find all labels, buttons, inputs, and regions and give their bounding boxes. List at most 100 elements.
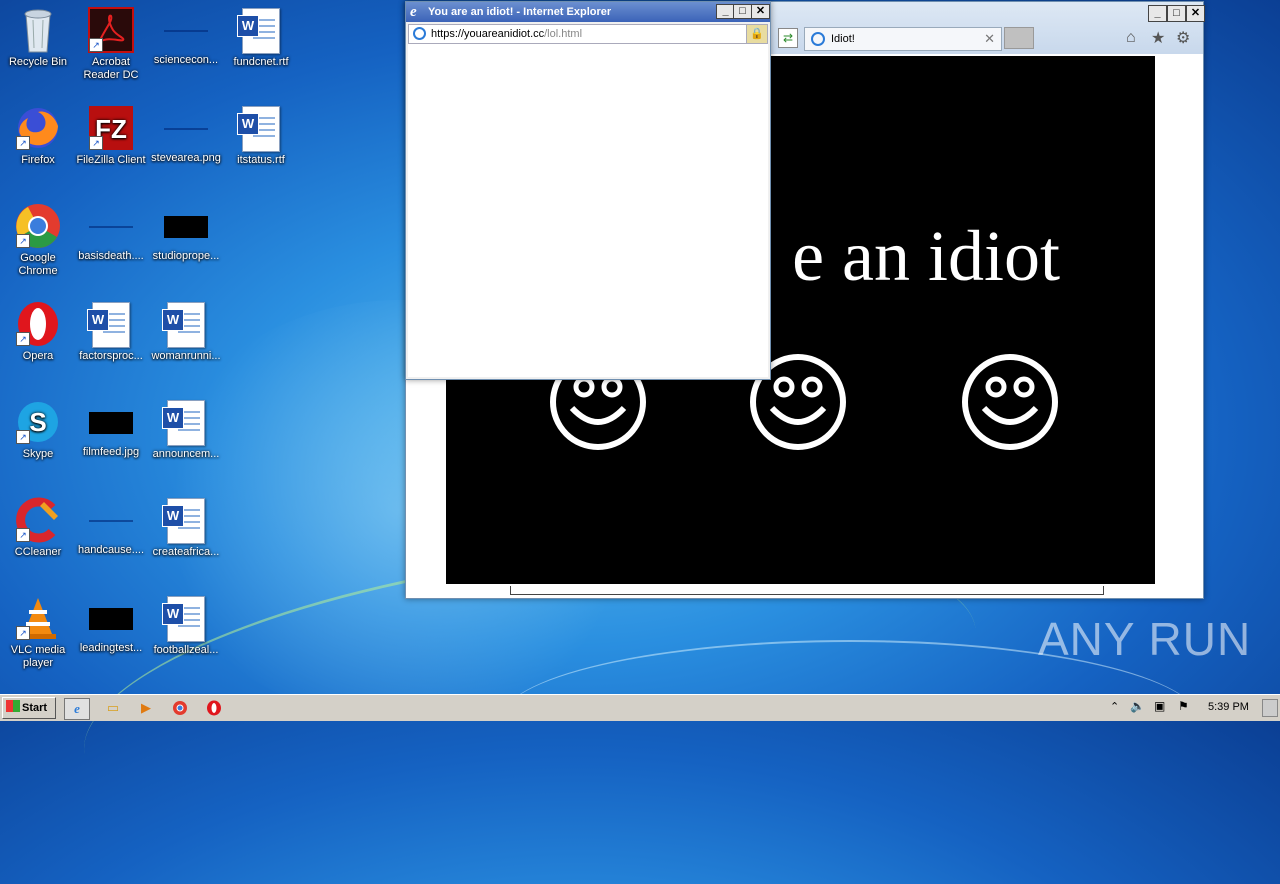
desktop-icon-file[interactable]: W womanrunni... bbox=[148, 300, 224, 363]
recycle-bin-icon bbox=[14, 6, 62, 54]
taskbar-media-player-icon[interactable]: ▶ bbox=[135, 698, 157, 718]
taskbar-chrome-icon[interactable] bbox=[169, 698, 191, 718]
shortcut-arrow-icon: ↗ bbox=[16, 332, 30, 346]
desktop-icon-acrobat[interactable]: ↗ Acrobat Reader DC bbox=[73, 6, 149, 82]
desktop-icon-filezilla[interactable]: FZ ↗ FileZilla Client bbox=[73, 104, 149, 167]
icon-label: stevearea.png bbox=[151, 152, 221, 164]
image-thumbnail-icon bbox=[89, 608, 133, 630]
word-document-icon: W bbox=[237, 8, 280, 54]
popup-address-bar[interactable]: https://youareanidiot.cc/lol.html 🔒 bbox=[408, 24, 768, 44]
lock-icon[interactable]: 🔒 bbox=[746, 25, 767, 43]
maximize-button[interactable]: □ bbox=[1167, 5, 1186, 22]
firefox-icon: ↗ bbox=[14, 104, 62, 152]
icon-label: Acrobat Reader DC bbox=[83, 56, 139, 81]
desktop-icon-file[interactable]: W createafrica... bbox=[148, 496, 224, 559]
action-center-flag-icon[interactable]: ⚑ bbox=[1178, 699, 1189, 713]
volume-icon[interactable]: 🔈 bbox=[1130, 699, 1145, 713]
clock[interactable]: 5:39 PM bbox=[1208, 701, 1249, 713]
taskbar-explorer-icon[interactable]: ▭ bbox=[102, 698, 124, 718]
tab-close-icon[interactable]: ✕ bbox=[984, 31, 995, 47]
desktop-icon-ccleaner[interactable]: ↗ CCleaner bbox=[0, 496, 76, 559]
word-document-icon: W bbox=[162, 400, 205, 446]
ie-popup-window[interactable]: e You are an idiot! - Internet Explorer … bbox=[405, 1, 771, 380]
icon-label: createafrica... bbox=[152, 546, 220, 558]
file-thumbnail-icon bbox=[164, 128, 208, 130]
favorites-star-icon[interactable]: ★ bbox=[1151, 28, 1165, 48]
icon-label: studioprope... bbox=[152, 250, 220, 262]
filezilla-icon: FZ ↗ bbox=[87, 104, 135, 152]
desktop-icon-file[interactable]: W factorsproc... bbox=[73, 300, 149, 363]
desktop-icon-file[interactable]: leadingtest... bbox=[73, 594, 149, 655]
popup-maximize-button[interactable]: □ bbox=[733, 4, 752, 19]
taskbar-ie-icon[interactable]: e bbox=[64, 698, 90, 720]
acrobat-icon: ↗ bbox=[87, 6, 135, 54]
desktop-icon-firefox[interactable]: ↗ Firefox bbox=[0, 104, 76, 167]
word-document-icon: W bbox=[162, 498, 205, 544]
icon-label: Firefox bbox=[21, 154, 55, 166]
shortcut-arrow-icon: ↗ bbox=[89, 38, 103, 52]
word-document-icon: W bbox=[162, 596, 205, 642]
icon-label: FileZilla Client bbox=[76, 154, 146, 166]
word-document-icon: W bbox=[87, 302, 130, 348]
desktop-icon-opera[interactable]: ↗ Opera bbox=[0, 300, 76, 363]
desktop-icon-file[interactable]: W announcem... bbox=[148, 398, 224, 461]
close-button[interactable]: ✕ bbox=[1186, 5, 1205, 22]
tray-expand-icon[interactable]: ⌃ bbox=[1110, 700, 1119, 713]
ie-logo-icon: e bbox=[410, 4, 417, 20]
desktop-icon-skype[interactable]: S ↗ Skype bbox=[0, 398, 76, 461]
windows-logo-icon bbox=[6, 700, 20, 712]
compat-view-icon[interactable]: ⇄ bbox=[778, 28, 798, 48]
shortcut-arrow-icon: ↗ bbox=[89, 136, 103, 150]
tab-idiot[interactable]: Idiot! ✕ bbox=[804, 27, 1002, 51]
ie-favicon-icon bbox=[811, 32, 825, 46]
desktop-icon-file[interactable]: W fundcnet.rtf bbox=[223, 6, 299, 69]
horizontal-scrollbar[interactable] bbox=[510, 586, 1104, 595]
desktop-icon-recycle-bin[interactable]: Recycle Bin bbox=[0, 6, 76, 69]
tab-label: Idiot! bbox=[831, 33, 855, 45]
icon-label: fundcnet.rtf bbox=[233, 56, 289, 68]
icon-label: Recycle Bin bbox=[8, 56, 68, 68]
popup-titlebar[interactable]: e You are an idiot! - Internet Explorer … bbox=[406, 2, 770, 22]
gear-icon[interactable]: ⚙ bbox=[1176, 28, 1190, 48]
desktop-icon-file[interactable]: W footballzeal... bbox=[148, 594, 224, 657]
popup-content bbox=[408, 44, 768, 377]
desktop-icon-file[interactable]: sciencecon... bbox=[148, 6, 224, 67]
opera-icon: ↗ bbox=[14, 300, 62, 348]
new-tab-button[interactable] bbox=[1004, 27, 1034, 49]
icon-label: handcause.... bbox=[77, 544, 145, 556]
file-thumbnail-icon bbox=[89, 226, 133, 228]
icon-label: leadingtest... bbox=[79, 642, 143, 654]
image-thumbnail-icon bbox=[164, 216, 208, 238]
desktop-icon-vlc[interactable]: ↗ VLC media player bbox=[0, 594, 76, 670]
desktop-icon-google-chrome[interactable]: ↗ Google Chrome bbox=[0, 202, 76, 278]
desktop-icon-file[interactable]: studioprope... bbox=[148, 202, 224, 263]
popup-title: You are an idiot! - Internet Explorer bbox=[428, 6, 612, 18]
desktop-icon-file[interactable]: basisdeath.... bbox=[73, 202, 149, 263]
icon-label: Google Chrome bbox=[18, 252, 58, 277]
icon-label: Skype bbox=[22, 448, 54, 460]
icon-label: sciencecon... bbox=[153, 54, 219, 66]
show-desktop-button[interactable] bbox=[1262, 699, 1278, 717]
icon-label: factorsproc... bbox=[79, 350, 143, 362]
shortcut-arrow-icon: ↗ bbox=[16, 528, 30, 542]
icon-label: itstatus.rtf bbox=[237, 154, 285, 166]
icon-label: womanrunni... bbox=[151, 350, 221, 362]
popup-url: https://youareanidiot.cc/lol.html bbox=[431, 28, 582, 40]
image-thumbnail-icon bbox=[89, 412, 133, 434]
home-icon[interactable]: ⌂ bbox=[1126, 29, 1136, 47]
chrome-icon: ↗ bbox=[14, 202, 62, 250]
desktop-icon-file[interactable]: handcause.... bbox=[73, 496, 149, 557]
start-button[interactable]: Start bbox=[2, 697, 56, 719]
start-label: Start bbox=[22, 702, 48, 714]
taskbar-opera-icon[interactable] bbox=[203, 698, 225, 718]
minimize-button[interactable]: _ bbox=[1148, 5, 1167, 22]
icon-label: VLC media player bbox=[10, 644, 66, 669]
desktop-icon-file[interactable]: filmfeed.jpg bbox=[73, 398, 149, 459]
file-thumbnail-icon bbox=[89, 520, 133, 522]
desktop-icon-file[interactable]: stevearea.png bbox=[148, 104, 224, 165]
network-icon[interactable]: ▣ bbox=[1154, 699, 1165, 713]
desktop-icon-file[interactable]: W itstatus.rtf bbox=[223, 104, 299, 167]
icon-label: CCleaner bbox=[14, 546, 62, 558]
popup-close-button[interactable]: ✕ bbox=[751, 4, 770, 19]
svg-text:S: S bbox=[29, 407, 46, 437]
